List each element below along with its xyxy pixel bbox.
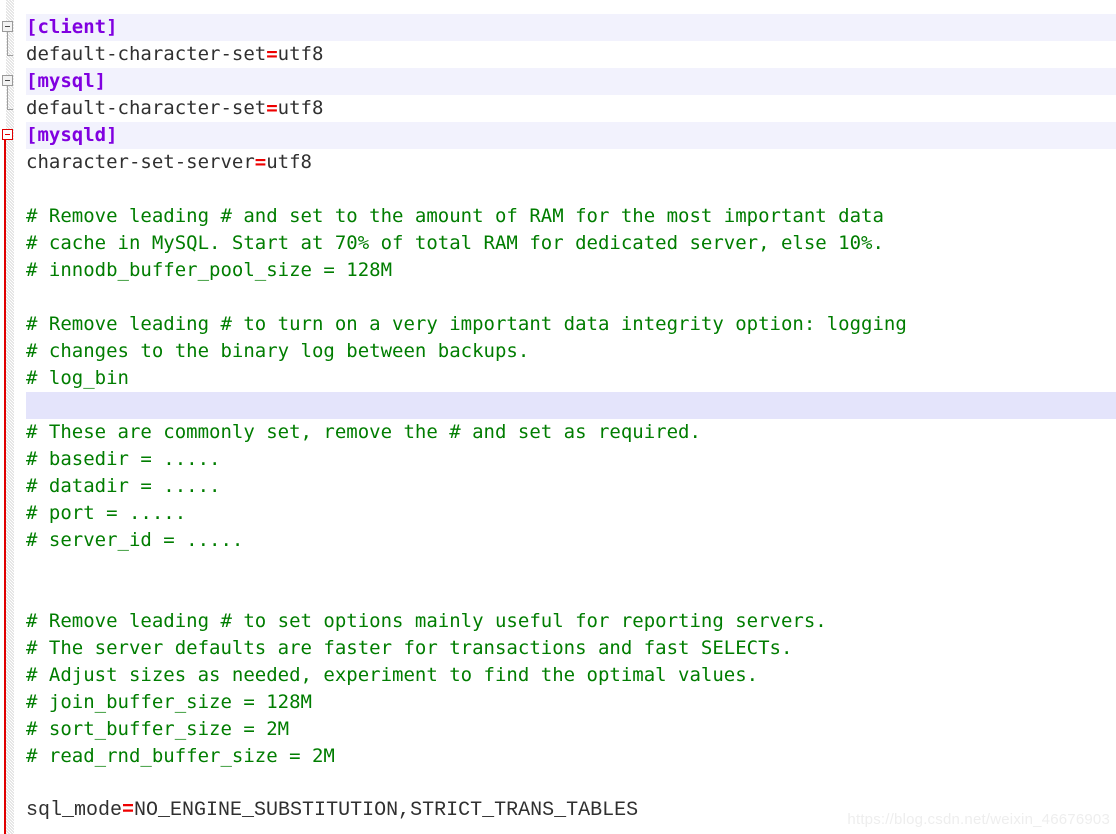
setting-key: default-character-set xyxy=(26,97,267,119)
comment-text: # The server defaults are faster for tra… xyxy=(26,637,793,659)
comment-text: # datadir = ..... xyxy=(26,475,221,497)
config-section-header[interactable]: [client] xyxy=(0,14,1116,41)
equals-operator: = xyxy=(266,43,278,65)
comment-text: # innodb_buffer_pool_size = 128M xyxy=(26,259,393,281)
comment-text: # sort_buffer_size = 2M xyxy=(26,718,290,740)
config-comment[interactable]: # basedir = ..... xyxy=(0,446,1116,473)
config-comment[interactable]: # Remove leading # to turn on a very imp… xyxy=(0,311,1116,338)
comment-text: # port = ..... xyxy=(26,502,187,524)
blank-line[interactable] xyxy=(0,581,1116,608)
section-name: [mysqld] xyxy=(26,124,118,146)
config-comment[interactable]: # The server defaults are faster for tra… xyxy=(0,635,1116,662)
fold-guide-foot xyxy=(7,109,13,110)
section-name: [mysql] xyxy=(26,70,107,92)
config-setting[interactable]: default-character-set=utf8 xyxy=(0,95,1116,122)
config-comment[interactable]: # Remove leading # and set to the amount… xyxy=(0,203,1116,230)
config-section-header[interactable]: [mysqld] xyxy=(0,122,1116,149)
fold-marker-client[interactable] xyxy=(2,21,13,32)
code-lines[interactable]: [client] default-character-set=utf8 [mysql… xyxy=(0,0,1116,834)
comment-text: # These are commonly set, remove the # a… xyxy=(26,421,701,443)
config-comment[interactable]: # sort_buffer_size = 2M xyxy=(0,716,1116,743)
comment-text: # log_bin xyxy=(26,367,129,389)
config-comment[interactable]: # Remove leading # to set options mainly… xyxy=(0,608,1116,635)
config-setting[interactable]: default-character-set=utf8 xyxy=(0,41,1116,68)
setting-key: character-set-server xyxy=(26,151,255,173)
config-comment[interactable]: # These are commonly set, remove the # a… xyxy=(0,419,1116,446)
blank-line[interactable] xyxy=(0,176,1116,203)
fold-guide-line-active xyxy=(4,140,6,834)
blank-line[interactable] xyxy=(0,284,1116,311)
blank-line[interactable] xyxy=(0,554,1116,581)
equals-operator: = xyxy=(254,151,267,173)
fold-marker-mysqld[interactable] xyxy=(2,129,13,140)
config-comment[interactable]: # join_buffer_size = 128M xyxy=(0,689,1116,716)
fold-marker-column[interactable] xyxy=(0,0,26,834)
comment-text: # Remove leading # to turn on a very imp… xyxy=(26,313,907,335)
fold-guide-line xyxy=(7,86,8,109)
config-comment[interactable]: # Adjust sizes as needed, experiment to … xyxy=(0,662,1116,689)
setting-value: utf8 xyxy=(266,151,312,173)
cursor-line[interactable] xyxy=(0,392,1116,419)
config-comment[interactable]: # read_rnd_buffer_size = 2M xyxy=(0,743,1116,770)
config-comment[interactable]: # changes to the binary log between back… xyxy=(0,338,1116,365)
config-setting[interactable]: character-set-server=utf8 xyxy=(0,149,1116,176)
watermark-text: https://blog.csdn.net/weixin_46676903 xyxy=(847,811,1110,828)
comment-text: # basedir = ..... xyxy=(26,448,221,470)
comment-text: # Remove leading # and set to the amount… xyxy=(26,205,884,227)
config-comment[interactable]: # port = ..... xyxy=(0,500,1116,527)
config-comment[interactable]: # cache in MySQL. Start at 70% of total … xyxy=(0,230,1116,257)
equals-operator: = xyxy=(266,97,278,119)
setting-value: utf8 xyxy=(277,97,324,119)
config-section-header[interactable]: [mysql] xyxy=(0,68,1116,95)
fold-guide-foot xyxy=(7,55,13,56)
comment-text: # changes to the binary log between back… xyxy=(26,340,530,362)
config-comment[interactable]: # log_bin xyxy=(0,365,1116,392)
fold-marker-mysql[interactable] xyxy=(2,75,13,86)
comment-text: # cache in MySQL. Start at 70% of total … xyxy=(26,232,884,254)
config-comment[interactable]: # server_id = ..... xyxy=(0,527,1116,554)
section-name: [client] xyxy=(26,16,118,38)
setting-key: sql_mode xyxy=(26,799,123,822)
comment-text: # read_rnd_buffer_size = 2M xyxy=(26,745,335,767)
setting-value: NO_ENGINE_SUBSTITUTION,STRICT_TRANS_TABL… xyxy=(134,799,639,822)
setting-value: utf8 xyxy=(277,43,324,65)
setting-key: default-character-set xyxy=(26,43,267,65)
comment-text: # server_id = ..... xyxy=(26,529,244,551)
code-editor[interactable]: [client] default-character-set=utf8 [mysql… xyxy=(0,0,1116,834)
equals-operator: = xyxy=(122,799,135,822)
fold-guide-line xyxy=(7,32,8,55)
comment-text: # join_buffer_size = 128M xyxy=(26,691,312,713)
comment-text: # Adjust sizes as needed, experiment to … xyxy=(26,664,759,686)
blank-line[interactable] xyxy=(0,770,1116,797)
comment-text: # Remove leading # to set options mainly… xyxy=(26,610,827,632)
config-comment[interactable]: # datadir = ..... xyxy=(0,473,1116,500)
config-comment[interactable]: # innodb_buffer_pool_size = 128M xyxy=(0,257,1116,284)
